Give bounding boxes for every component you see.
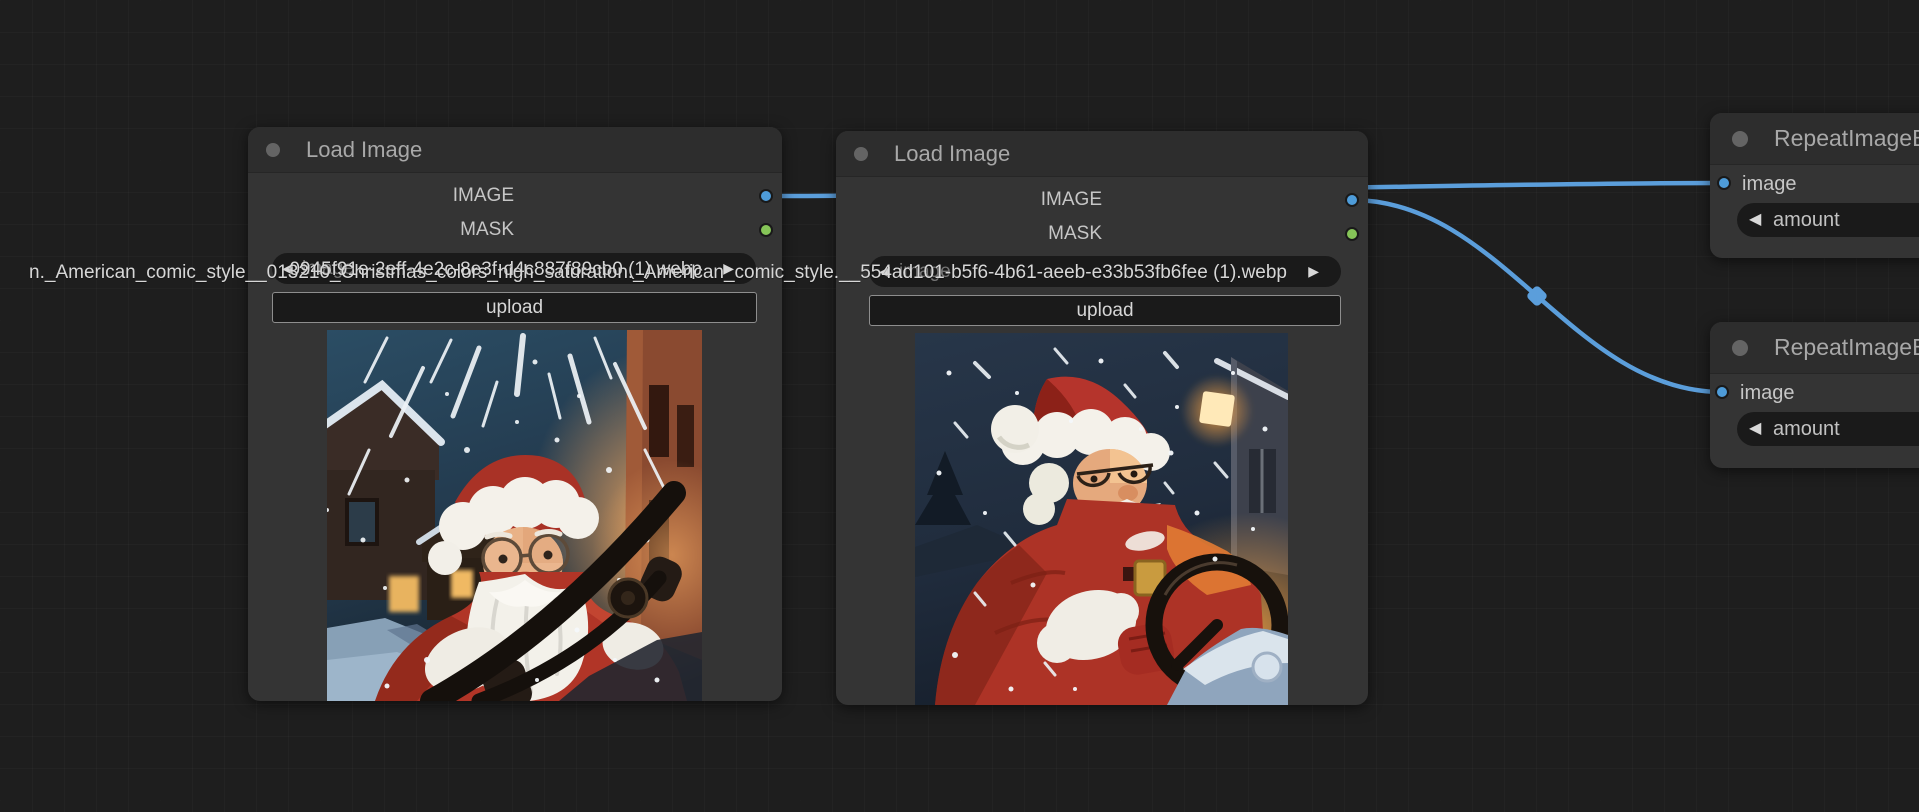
upload-button[interactable]: upload xyxy=(869,295,1341,326)
input-label-image: image xyxy=(1740,382,1795,404)
amount-decrement-icon[interactable]: ◀ xyxy=(1749,412,1761,446)
collapse-dot-icon[interactable] xyxy=(854,146,868,161)
node-load-image-2-titlebar[interactable]: Load Image xyxy=(836,131,1368,177)
output-port-mask[interactable] xyxy=(759,223,773,237)
output-label-image: IMAGE xyxy=(452,185,514,206)
output-label-image: IMAGE xyxy=(1040,189,1102,210)
amount-widget-label: amount xyxy=(1773,209,1840,231)
image-filename-combo[interactable]: image ◀ ▶ xyxy=(272,253,756,284)
combo-prev-icon[interactable]: ◀ xyxy=(879,256,890,287)
node-graph-canvas[interactable]: Load Image IMAGE MASK image ◀ ▶ upload L… xyxy=(0,0,1919,812)
image-filename-combo[interactable]: image ◀ ▶ xyxy=(869,256,1341,287)
node-repeat-image-batch-2[interactable]: RepeatImageBatch image ◀ amount xyxy=(1710,322,1919,468)
output-label-mask: MASK xyxy=(460,219,514,240)
output-port-image[interactable] xyxy=(759,189,773,203)
image-preview-2 xyxy=(915,333,1288,705)
collapse-dot-icon[interactable] xyxy=(1732,130,1748,147)
node-repeat-1-titlebar[interactable]: RepeatImageBatch xyxy=(1710,113,1919,165)
node-load-image-1-titlebar[interactable]: Load Image xyxy=(248,127,782,173)
node-title: Load Image xyxy=(894,140,1011,166)
santa-driving-artwork-2 xyxy=(915,333,1288,705)
node-load-image-2[interactable]: Load Image IMAGE MASK image ◀ ▶ upload xyxy=(836,131,1368,705)
output-port-mask[interactable] xyxy=(1345,227,1359,241)
upload-button-label: upload xyxy=(1076,299,1134,321)
upload-button[interactable]: upload xyxy=(272,292,757,323)
image-preview-1 xyxy=(327,330,702,701)
output-port-image[interactable] xyxy=(1345,193,1359,207)
collapse-dot-icon[interactable] xyxy=(1732,339,1748,356)
combo-next-icon[interactable]: ▶ xyxy=(723,253,734,284)
combo-widget-label: image xyxy=(899,261,951,282)
collapse-dot-icon[interactable] xyxy=(266,142,280,157)
node-repeat-image-batch-1[interactable]: RepeatImageBatch image ◀ amount xyxy=(1710,113,1919,258)
node-repeat-2-titlebar[interactable]: RepeatImageBatch xyxy=(1710,322,1919,374)
santa-driving-artwork-1 xyxy=(327,330,702,701)
node-title: RepeatImageBatch xyxy=(1774,125,1919,151)
wire-midpoint-dot[interactable] xyxy=(1526,285,1549,308)
amount-widget-label: amount xyxy=(1773,418,1840,440)
input-label-image: image xyxy=(1742,173,1797,195)
combo-widget-label: image xyxy=(302,258,354,279)
combo-prev-icon[interactable]: ◀ xyxy=(282,253,293,284)
amount-decrement-icon[interactable]: ◀ xyxy=(1749,203,1761,237)
amount-widget[interactable]: ◀ amount xyxy=(1737,203,1919,237)
output-label-mask: MASK xyxy=(1048,223,1102,244)
input-port-image[interactable] xyxy=(1715,385,1729,399)
combo-next-icon[interactable]: ▶ xyxy=(1308,256,1319,287)
wire-image-to-repeat-2 xyxy=(1351,197,1723,395)
node-title: Load Image xyxy=(306,136,423,162)
input-port-image[interactable] xyxy=(1717,176,1731,190)
node-title: RepeatImageBatch xyxy=(1774,334,1919,360)
node-load-image-1[interactable]: Load Image IMAGE MASK image ◀ ▶ upload xyxy=(248,127,782,701)
amount-widget[interactable]: ◀ amount xyxy=(1737,412,1919,446)
upload-button-label: upload xyxy=(485,296,544,318)
